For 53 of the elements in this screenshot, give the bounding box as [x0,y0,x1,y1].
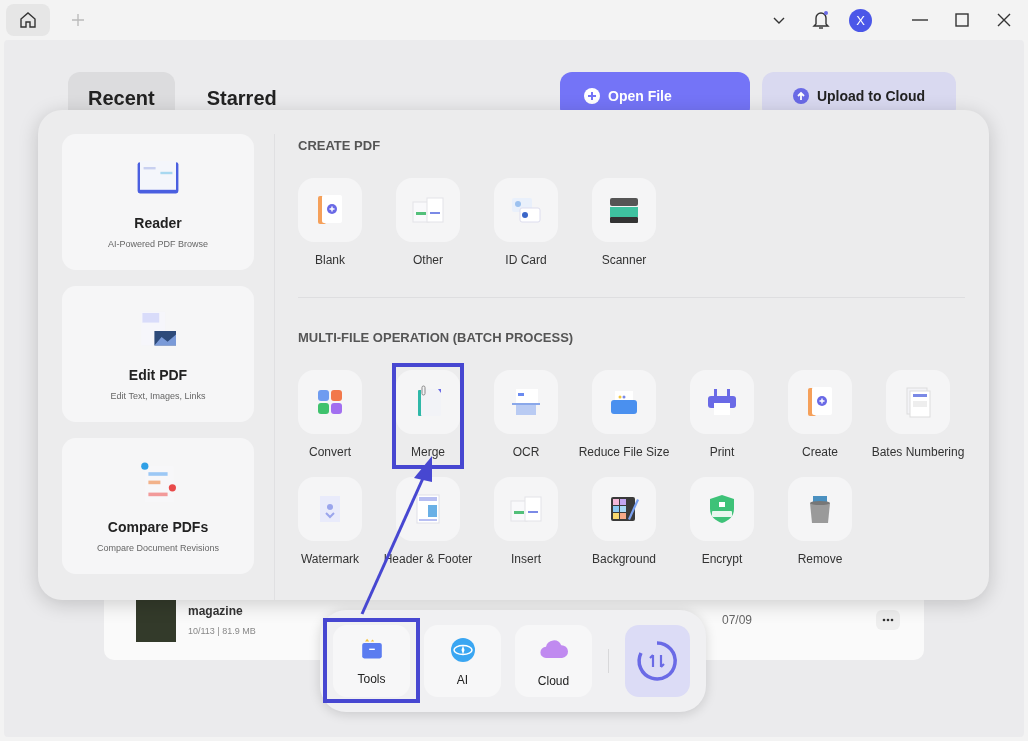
section-title: MULTI-FILE OPERATION (BATCH PROCESS) [298,330,575,344]
chevron-down-icon [772,15,786,25]
tool-label: Blank [315,253,345,267]
tool-label: Reduce File Size [578,445,670,459]
tool-label: Print [709,445,735,459]
sync-icon [635,639,680,683]
tool-label: Encrypt [701,552,743,566]
tool-label: Other [413,253,443,267]
upload-circle-icon [792,88,809,104]
tool-label: Convert [309,445,351,459]
sync-button[interactable] [624,625,690,697]
mode-title: Edit PDF [128,367,188,383]
tool-label: Create [802,445,838,459]
mode-card[interactable]: Edit PDF Edit Text, Images, Links [62,286,254,422]
tab[interactable]: Starred [186,72,297,124]
tool-label: Background [592,552,657,566]
user-avatar[interactable]: X [849,8,872,32]
tool-label: Merge [411,445,445,459]
file-meta: 10/113 | 81.9 MB [188,626,256,636]
more-button[interactable] [876,610,900,630]
mode-subtitle: Edit Text, Images, Links [110,391,206,401]
tool-label: OCR [512,445,540,459]
tool-label: Remove [797,552,843,566]
bell-icon [812,10,830,30]
tool-label: Scanner [601,253,647,267]
tool-label: Bates Numbering [871,445,965,459]
mode-title: Compare PDFs [107,519,209,535]
file-name: magazine [188,604,244,618]
minimize-icon [912,19,928,21]
tool-label: ID Card [505,253,547,267]
tool-label: Watermark [300,552,360,566]
close-icon [997,13,1011,27]
section-title: CREATE PDF [298,138,382,152]
tool-button[interactable] [592,178,656,242]
thumbnail-placeholder [136,598,176,642]
dock-button[interactable]: Tools [333,625,410,697]
tool-label: Insert [511,552,541,566]
plus-icon [71,13,85,27]
file-date: 07/09 [721,613,752,627]
mode-card[interactable]: Reader AI-Powered PDF Browse [62,134,254,270]
mode-card[interactable]: Compare PDFs Compare Document Revisions [62,438,254,574]
mode-title: Reader [134,215,182,231]
plus-circle-icon [584,88,600,104]
mode-subtitle: AI-Powered PDF Browse [107,239,208,249]
maximize-icon [955,13,969,27]
dock-button[interactable]: Cloud [515,625,592,697]
dock-button[interactable]: AI [424,625,501,697]
home-tab[interactable] [6,4,50,36]
home-icon [19,11,37,29]
mode-subtitle: Compare Document Revisions [96,543,220,553]
tool-button[interactable] [396,477,460,541]
tool-button[interactable] [592,477,656,541]
more-icon [882,618,894,622]
